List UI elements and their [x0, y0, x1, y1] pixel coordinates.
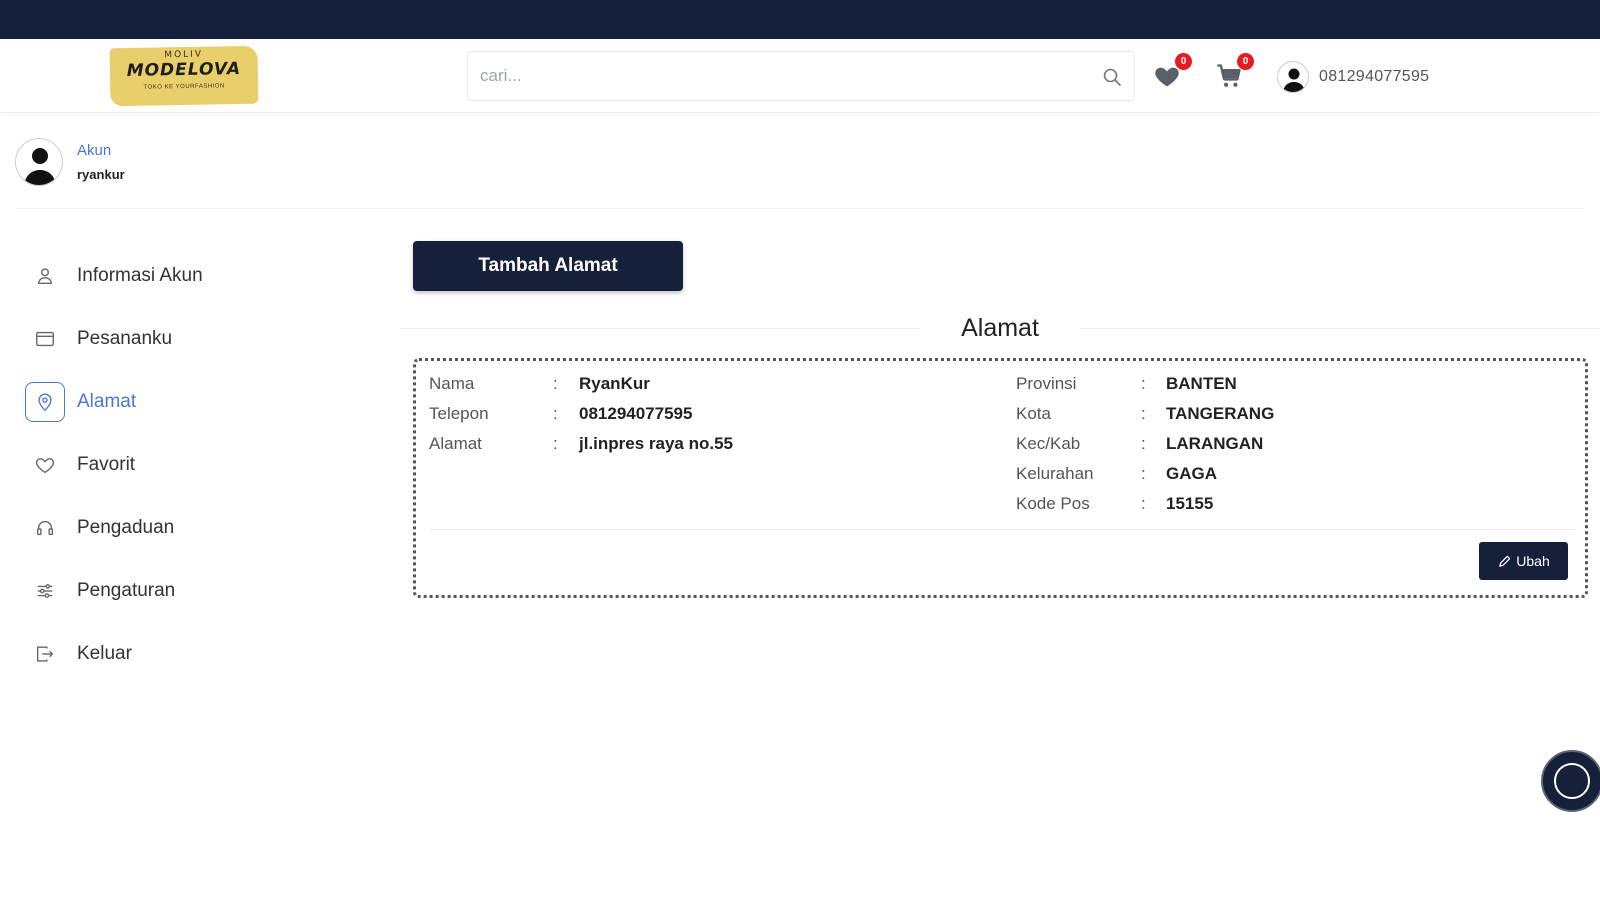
heart-icon: [25, 445, 65, 485]
cart-button[interactable]: 0: [1215, 53, 1254, 94]
location-icon: [25, 382, 65, 422]
sidebar-item-label: Keluar: [77, 643, 132, 664]
heart-icon: [1153, 67, 1181, 94]
sidebar-item-label: Pengaduan: [77, 517, 175, 538]
logo-sub-text: TOKO KE YOURFASHION: [143, 83, 225, 91]
field-label-telepon: Telepon: [429, 404, 489, 423]
sidebar-item-pesananku[interactable]: Pesananku: [25, 319, 203, 359]
field-label-kelurahan: Kelurahan: [1016, 464, 1094, 483]
section-header: Alamat: [400, 310, 1600, 346]
add-address-button[interactable]: Tambah Alamat: [413, 241, 683, 291]
field-colon: :: [553, 434, 558, 453]
section-title: Alamat: [961, 314, 1039, 342]
divider: [400, 328, 920, 329]
search-icon[interactable]: [1102, 67, 1122, 87]
divider: [430, 529, 1575, 530]
chat-button[interactable]: [1541, 750, 1600, 812]
field-label-alamat: Alamat: [429, 434, 482, 453]
field-colon: :: [553, 404, 558, 423]
sidebar-item-label: Informasi Akun: [77, 265, 203, 286]
user-avatar-icon: [24, 148, 56, 185]
avatar: [15, 138, 63, 186]
field-colon: :: [1141, 434, 1146, 453]
user-phone: 081294077595: [1319, 68, 1430, 85]
divider: [15, 208, 1585, 209]
field-value-nama: RyanKur: [579, 374, 650, 393]
field-label-kec-kab: Kec/Kab: [1016, 434, 1081, 453]
pencil-icon: [1499, 555, 1511, 567]
field-label-kota: Kota: [1016, 404, 1051, 423]
settings-icon: [25, 571, 65, 611]
sidebar-item-pengaturan[interactable]: Pengaturan: [25, 571, 203, 611]
field-colon: :: [1141, 374, 1146, 393]
orders-icon: [25, 319, 65, 359]
edit-address-button[interactable]: Ubah: [1479, 542, 1568, 580]
field-value-kota: TANGERANG: [1166, 404, 1275, 423]
sidebar-item-informasi-akun[interactable]: Informasi Akun: [25, 256, 203, 296]
sidebar-item-label: Alamat: [77, 391, 137, 412]
field-label-kode-pos: Kode Pos: [1016, 494, 1090, 513]
sidebar-item-pengaduan[interactable]: Pengaduan: [25, 508, 203, 548]
brand-logo[interactable]: MOLIV MODELOVA TOKO KE YOURFASHION: [109, 45, 259, 107]
site-header: MOLIV MODELOVA TOKO KE YOURFASHION 0 0 0…: [0, 39, 1600, 113]
user-menu[interactable]: 081294077595: [1277, 59, 1429, 95]
sidebar-item-favorit[interactable]: Favorit: [25, 445, 203, 485]
cart-icon: [1215, 64, 1243, 94]
field-value-provinsi: BANTEN: [1166, 374, 1237, 393]
field-colon: :: [1141, 464, 1146, 483]
search-input[interactable]: [480, 52, 1080, 100]
logout-icon: [25, 634, 65, 674]
field-value-kode-pos: 15155: [1166, 494, 1214, 513]
sidebar-item-keluar[interactable]: Keluar: [25, 634, 203, 674]
logo-main-text: MODELOVA: [126, 59, 242, 81]
divider: [1080, 328, 1600, 329]
field-label-provinsi: Provinsi: [1016, 374, 1077, 393]
search-box: [467, 51, 1135, 101]
field-value-kec-kab: LARANGAN: [1166, 434, 1264, 453]
user-icon: [25, 256, 65, 296]
sidebar-item-label: Favorit: [77, 454, 136, 475]
headset-icon: [25, 508, 65, 548]
address-card: Nama : RyanKur Telepon : 081294077595 Al…: [413, 358, 1588, 598]
sidebar-item-alamat[interactable]: Alamat: [25, 382, 203, 422]
top-strip: [0, 0, 1600, 39]
cart-count-badge: 0: [1237, 53, 1254, 70]
field-value-telepon: 081294077595: [579, 404, 693, 423]
wishlist-count-badge: 0: [1175, 53, 1192, 70]
field-value-alamat: jl.inpres raya no.55: [579, 434, 734, 453]
profile-label[interactable]: Akun: [77, 142, 125, 159]
field-colon: :: [1141, 494, 1146, 513]
sidebar-nav: Informasi Akun Pesananku Alamat Favorit …: [25, 256, 203, 697]
avatar: [1277, 61, 1309, 93]
user-avatar-icon: [1283, 68, 1305, 92]
field-value-kelurahan: GAGA: [1166, 464, 1217, 483]
field-label-nama: Nama: [429, 374, 475, 393]
sidebar-item-label: Pengaturan: [77, 580, 176, 601]
field-colon: :: [1141, 404, 1146, 423]
wishlist-button[interactable]: 0: [1153, 53, 1192, 94]
chat-icon: [1554, 763, 1590, 799]
sidebar-item-label: Pesananku: [77, 328, 173, 349]
profile-summary: Akun ryankur: [15, 138, 125, 186]
field-colon: :: [553, 374, 558, 393]
edit-button-label: Ubah: [1516, 553, 1550, 569]
profile-name: ryankur: [77, 167, 125, 182]
